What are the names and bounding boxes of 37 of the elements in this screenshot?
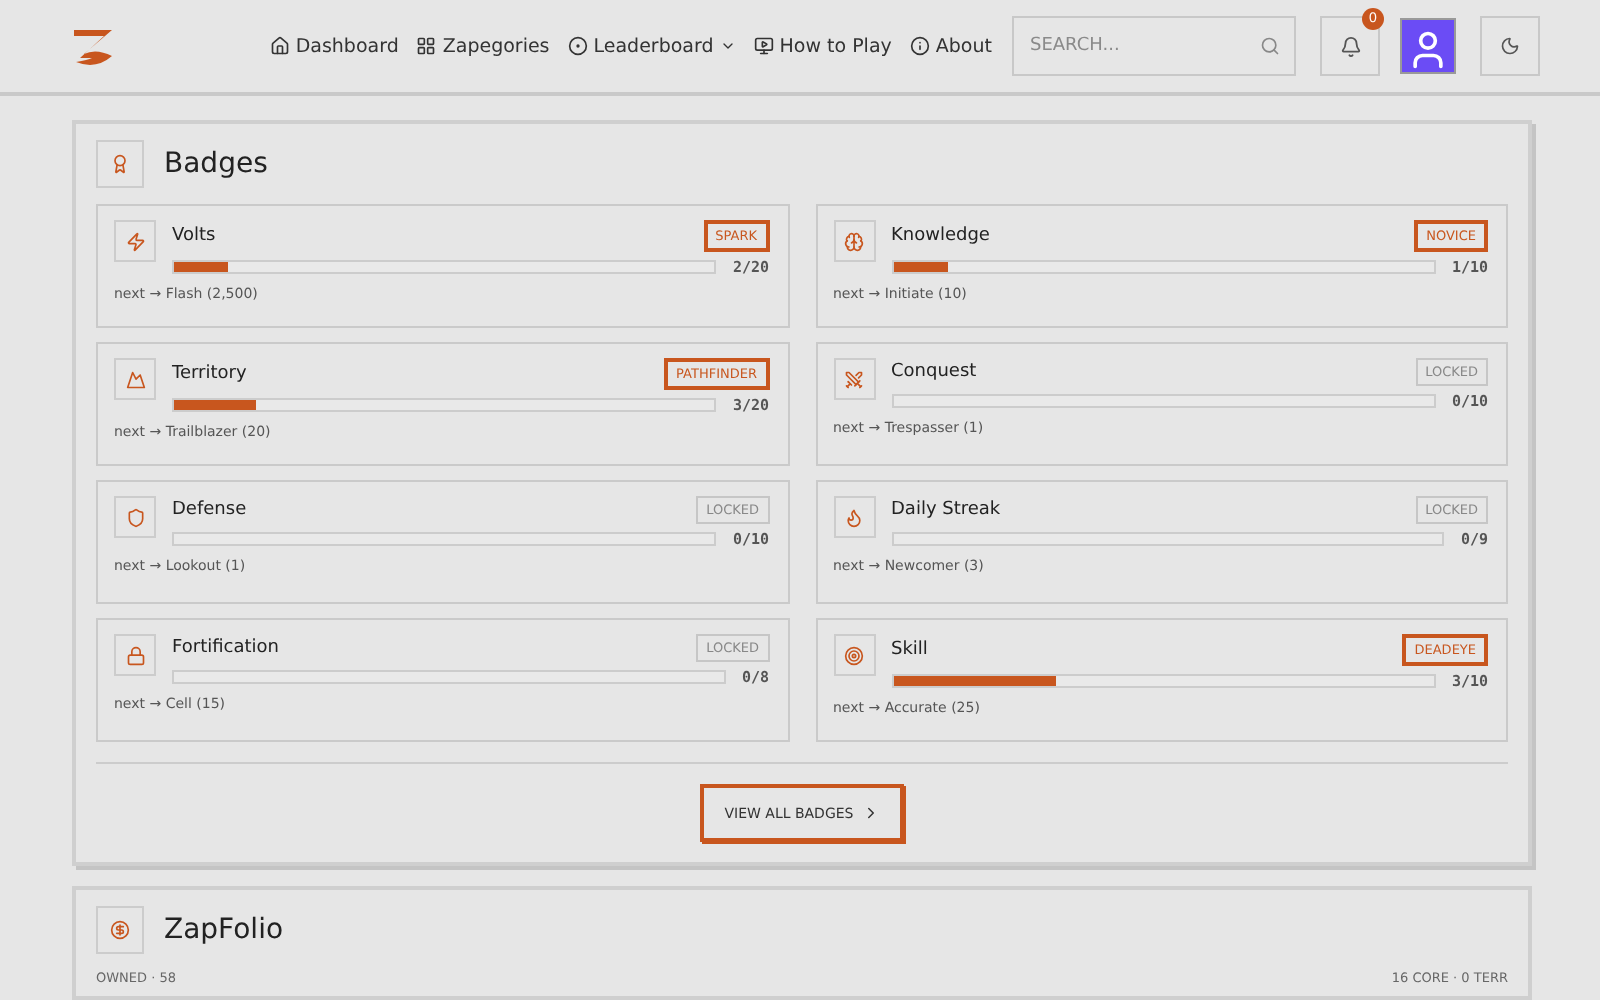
avatar-button[interactable] xyxy=(1400,18,1456,74)
badge-name: Defense xyxy=(172,500,247,520)
chevron-down-icon xyxy=(719,38,736,54)
flame-icon xyxy=(833,496,875,538)
badge-name: Knowledge xyxy=(891,226,990,246)
target-icon xyxy=(833,634,875,676)
badge-name: Daily Streak xyxy=(891,500,1001,520)
badge-name: Volts xyxy=(172,226,216,246)
brain-icon xyxy=(833,220,875,262)
grid-icon xyxy=(416,36,437,56)
theme-toggle-button[interactable] xyxy=(1480,16,1540,76)
badge-name: Skill xyxy=(891,640,928,660)
mountain-icon xyxy=(114,358,156,400)
panel-title: ZapFolio xyxy=(164,914,284,946)
swords-icon xyxy=(833,358,875,400)
badge-name: Conquest xyxy=(891,362,977,382)
badge-name: Fortification xyxy=(172,638,279,658)
moon-icon xyxy=(1500,36,1520,56)
info-icon xyxy=(909,36,930,56)
nav-link[interactable]: Leaderboard xyxy=(567,35,736,57)
nav-link[interactable]: About xyxy=(909,35,992,57)
screen-icon xyxy=(753,36,774,56)
nav-link[interactable]: Zapegories xyxy=(416,35,550,57)
bolt-icon xyxy=(114,220,156,262)
nav-link[interactable]: How to Play xyxy=(753,35,892,57)
search-icon xyxy=(1260,36,1280,56)
target-icon xyxy=(567,36,588,56)
award-icon xyxy=(96,140,144,188)
shield-icon xyxy=(114,496,156,538)
nav-link[interactable]: Dashboard xyxy=(269,35,399,57)
coin-icon xyxy=(96,906,144,954)
home-icon xyxy=(269,36,290,56)
bell-icon xyxy=(1339,35,1361,57)
search-field[interactable]: SEARCH... xyxy=(1012,16,1296,76)
badge-name: Territory xyxy=(172,364,247,384)
lock-icon xyxy=(114,634,156,676)
panel-title: Badges xyxy=(164,148,268,180)
